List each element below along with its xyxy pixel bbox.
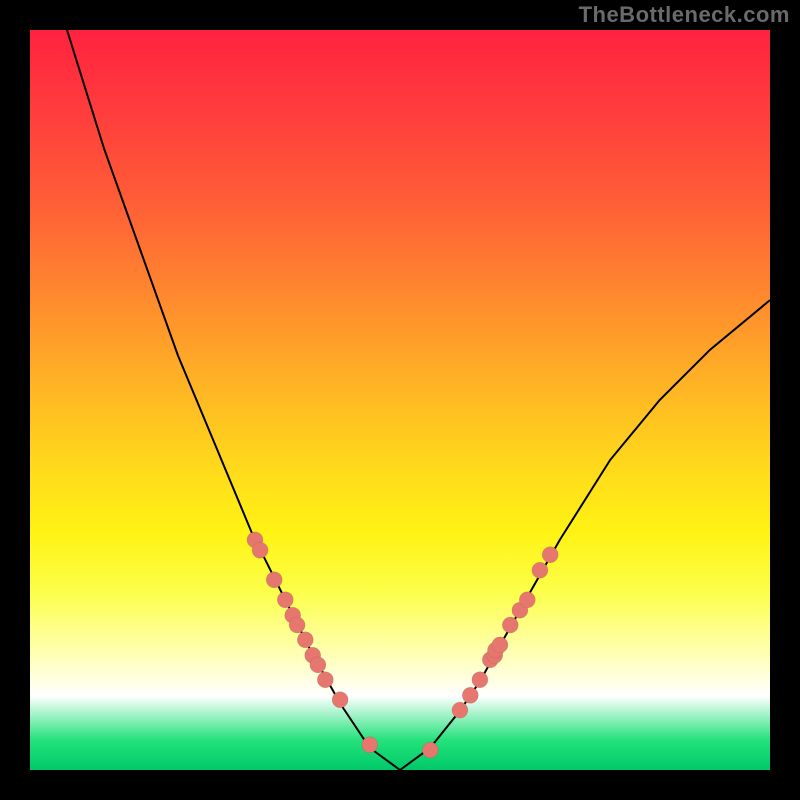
curve-layer xyxy=(30,30,770,770)
data-marker xyxy=(252,542,268,558)
data-marker xyxy=(462,687,478,703)
data-marker xyxy=(519,592,535,608)
data-marker xyxy=(332,692,348,708)
data-marker xyxy=(452,702,468,718)
data-marker xyxy=(542,547,558,563)
data-marker xyxy=(502,617,518,633)
data-marker xyxy=(472,672,488,688)
chart-frame: TheBottleneck.com xyxy=(0,0,800,800)
plot-area xyxy=(30,30,770,770)
bottleneck-curve-right xyxy=(400,300,770,770)
data-marker xyxy=(492,637,508,653)
data-marker xyxy=(289,617,305,633)
data-marker xyxy=(310,657,326,673)
data-marker xyxy=(297,632,313,648)
data-marker xyxy=(277,592,293,608)
data-markers xyxy=(247,532,558,758)
data-marker xyxy=(422,742,438,758)
data-marker xyxy=(266,572,282,588)
bottleneck-curve-left xyxy=(67,30,400,770)
data-marker xyxy=(532,562,548,578)
watermark-text: TheBottleneck.com xyxy=(579,2,790,28)
data-marker xyxy=(362,737,378,753)
data-marker xyxy=(317,672,333,688)
